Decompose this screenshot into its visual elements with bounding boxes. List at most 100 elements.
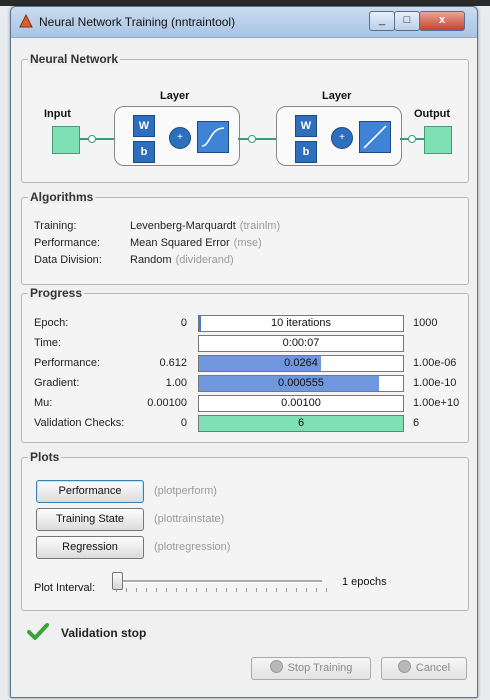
- plot-interval-thumb[interactable]: [112, 572, 123, 590]
- progress-start-value: 0.00100: [147, 397, 187, 409]
- algorithms-title: Algorithms: [28, 190, 96, 204]
- output-label: Output: [414, 108, 451, 120]
- nntraintool-window: Neural Network Training (nntraintool) _ …: [10, 6, 478, 698]
- progress-label: Epoch:: [34, 317, 69, 329]
- purelin-icon: [359, 121, 391, 153]
- input-node: [88, 135, 96, 143]
- slider-tick: [216, 588, 217, 592]
- plot-training-state-button[interactable]: Training State: [36, 508, 144, 531]
- input-wire: [79, 138, 114, 140]
- input-label: Input: [44, 108, 71, 120]
- plottrainstate-fn: (plottrainstate): [154, 513, 225, 525]
- check-icon: [27, 623, 49, 640]
- cancel-icon: [397, 660, 411, 673]
- slider-tick: [136, 588, 137, 592]
- slider-tick: [306, 588, 307, 592]
- progress-end-value: 1000: [413, 317, 438, 329]
- layer2-sum-icon: +: [331, 127, 353, 149]
- minimize-icon: _: [378, 14, 386, 26]
- progress-label: Time:: [34, 337, 62, 349]
- progress-start-value: 0.612: [159, 357, 187, 369]
- stop-icon: [269, 660, 283, 673]
- slider-tick: [246, 588, 247, 592]
- plot-interval-label: Plot Interval:: [34, 582, 96, 594]
- maximize-icon: □: [403, 14, 411, 26]
- middle-node: [248, 135, 256, 143]
- slider-tick: [266, 588, 267, 592]
- progress-bar: 6: [198, 415, 404, 432]
- slider-tick: [276, 588, 277, 592]
- slider-tick: [156, 588, 157, 592]
- performance-value: Mean Squared Error (mse): [130, 237, 262, 249]
- slider-tick: [206, 588, 207, 592]
- layer2-weight: W: [295, 115, 317, 137]
- progress-start-value: 0: [180, 417, 187, 429]
- layer2-box: W b +: [276, 106, 402, 166]
- data-division-value: Random (dividerand): [130, 254, 234, 266]
- slider-tick: [256, 588, 257, 592]
- slider-tick: [176, 588, 177, 592]
- progress-current-value: 10 iterations: [271, 317, 331, 329]
- plotregression-fn: (plotregression): [154, 541, 231, 553]
- stop-training-label: Stop Training: [287, 662, 353, 674]
- progress-label: Mu:: [34, 397, 53, 409]
- performance-label: Performance:: [34, 237, 101, 249]
- progress-label: Gradient:: [34, 377, 80, 389]
- layer1-weight: W: [133, 115, 155, 137]
- data-division-label: Data Division:: [34, 254, 102, 266]
- cancel-button[interactable]: Cancel: [381, 657, 467, 680]
- neural-network-title: Neural Network: [28, 52, 121, 66]
- progress-end-value: 1.00e-10: [413, 377, 457, 389]
- data-division-fn[interactable]: (dividerand): [176, 254, 234, 266]
- performance-fn[interactable]: (mse): [234, 237, 262, 249]
- slider-tick: [316, 588, 317, 592]
- progress-end-value: 1.00e+10: [413, 397, 460, 409]
- layer1-sum-icon: +: [169, 127, 191, 149]
- stop-training-button[interactable]: Stop Training: [251, 657, 371, 680]
- title-bar[interactable]: Neural Network Training (nntraintool) _ …: [11, 7, 477, 38]
- plots-panel: Plots Performance (plotperform) Training…: [21, 450, 469, 611]
- plots-title: Plots: [28, 450, 62, 464]
- plot-regression-button[interactable]: Regression: [36, 536, 144, 559]
- matlab-icon: [19, 14, 33, 28]
- progress-bar: 0.00100: [198, 395, 404, 412]
- progress-bar: 0.0264: [198, 355, 404, 372]
- plot-interval-value: 1 epochs: [342, 576, 387, 588]
- slider-tick: [196, 588, 197, 592]
- progress-start-value: 0: [180, 317, 187, 329]
- minimize-button[interactable]: _: [369, 11, 395, 31]
- slider-tick: [236, 588, 237, 592]
- progress-title: Progress: [28, 286, 85, 300]
- training-fn[interactable]: (trainlm): [240, 220, 280, 232]
- close-icon: x: [438, 14, 446, 26]
- progress-current-value: 6: [297, 417, 305, 429]
- slider-tick: [286, 588, 287, 592]
- neural-network-panel: Neural Network Input Layer W b + Layer W…: [21, 52, 469, 183]
- plot-interval-slider[interactable]: [112, 580, 322, 583]
- tansig-icon: [197, 121, 229, 153]
- progress-bar: 0.000555: [198, 375, 404, 392]
- cancel-label: Cancel: [415, 662, 451, 674]
- progress-current-value: 0.00100: [281, 397, 321, 409]
- layer1-box: W b +: [114, 106, 240, 166]
- progress-end-value: 6: [413, 417, 420, 429]
- progress-current-value: 0:00:07: [282, 337, 320, 349]
- output-node: [408, 135, 416, 143]
- progress-label: Performance:: [34, 357, 101, 369]
- progress-start-value: 1.00: [165, 377, 187, 389]
- layer2-bias: b: [295, 141, 317, 163]
- progress-bar: 0:00:07: [198, 335, 404, 352]
- close-button[interactable]: x: [419, 11, 465, 31]
- status-text: Validation stop: [61, 626, 147, 640]
- maximize-button[interactable]: □: [394, 11, 420, 31]
- slider-tick: [226, 588, 227, 592]
- middle-wire: [238, 138, 276, 140]
- slider-tick: [146, 588, 147, 592]
- progress-panel: Progress Epoch: 0 10 iterations 1000 Time: 0:…: [21, 286, 469, 443]
- training-value: Levenberg-Marquardt (trainlm): [130, 220, 281, 232]
- layer1-label: Layer: [160, 90, 190, 102]
- slider-tick: [126, 588, 127, 592]
- window-title: Neural Network Training (nntraintool): [39, 15, 236, 29]
- plot-performance-button[interactable]: Performance: [36, 480, 144, 503]
- plotperform-fn: (plotperform): [154, 485, 217, 497]
